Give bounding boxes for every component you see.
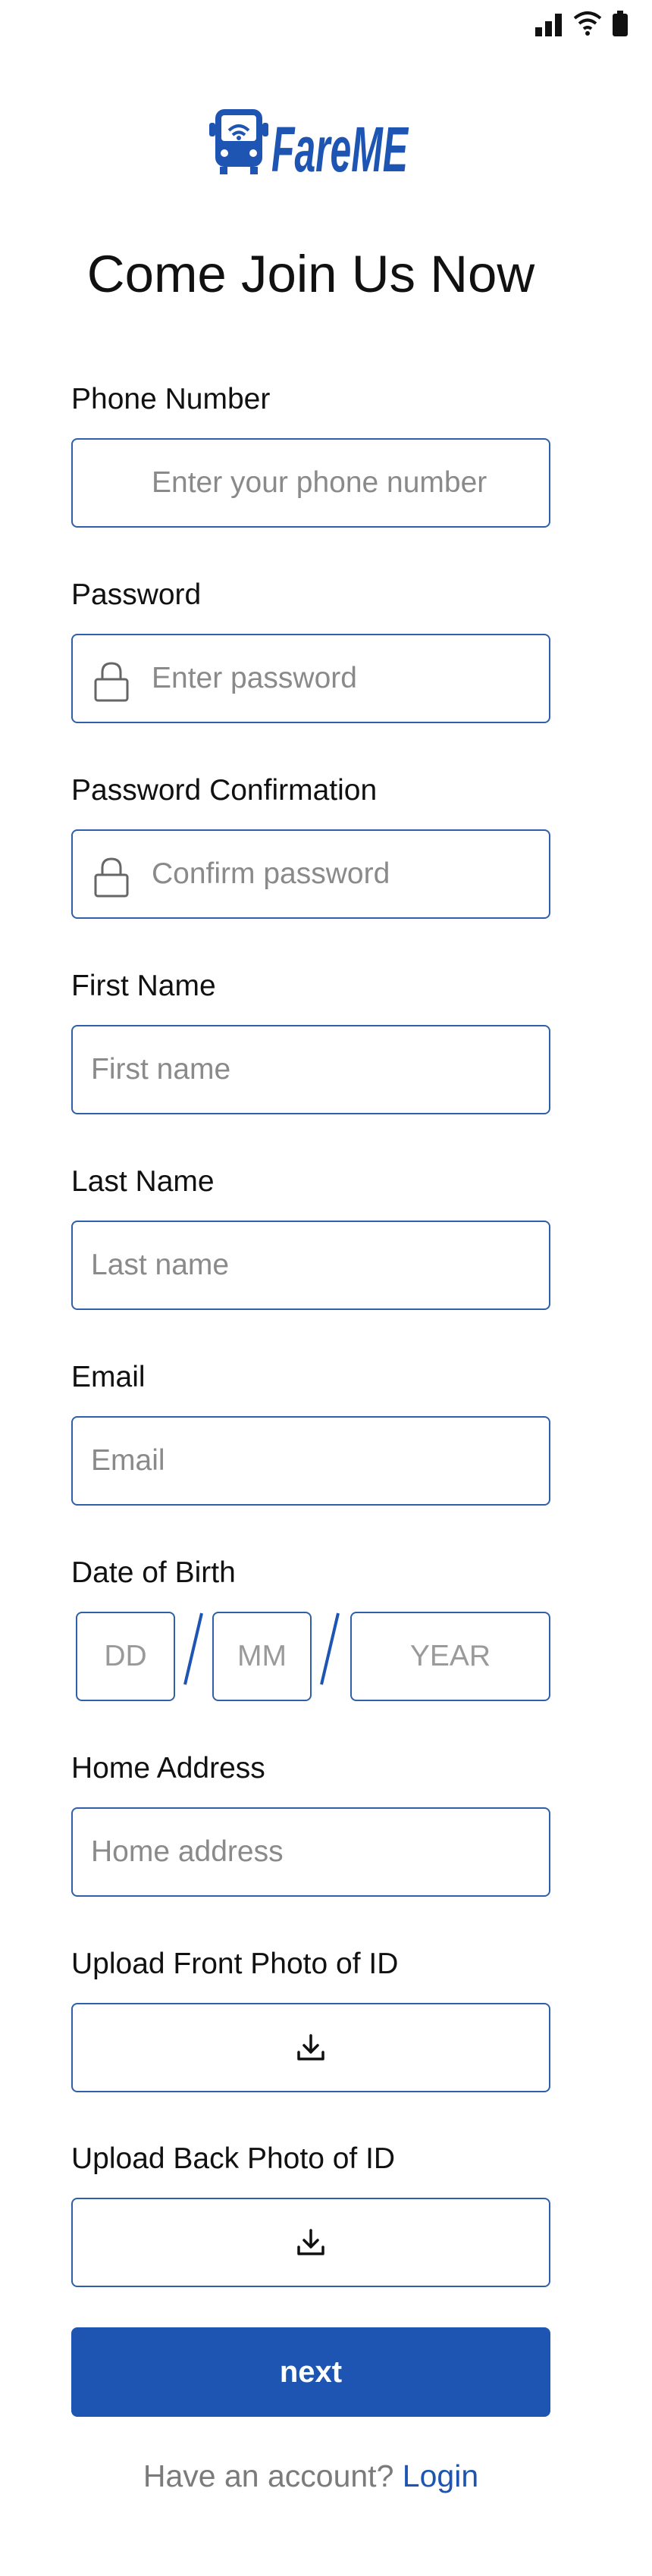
dob-month-field	[212, 1612, 312, 1701]
id-back-label: Upload Back Photo of ID	[71, 2142, 396, 2175]
password-input[interactable]	[73, 635, 549, 722]
battery-icon	[613, 11, 628, 36]
download-icon	[297, 2229, 324, 2255]
password-field	[71, 634, 550, 723]
wifi-icon	[573, 11, 602, 36]
email-input[interactable]	[73, 1418, 549, 1504]
phone-label: Phone Number	[71, 383, 271, 415]
id-front-upload-button[interactable]	[71, 2003, 550, 2092]
lock-icon	[94, 662, 129, 702]
dob-day-field	[76, 1612, 175, 1701]
password-confirmation-label: Password Confirmation	[71, 774, 378, 807]
phone-input[interactable]	[73, 440, 549, 526]
home-address-input[interactable]	[73, 1809, 549, 1895]
id-back-upload-button[interactable]	[71, 2198, 550, 2287]
id-front-label: Upload Front Photo of ID	[71, 1948, 399, 1980]
phone-field	[71, 438, 550, 528]
last-name-label: Last Name	[71, 1165, 215, 1198]
bus-wifi-icon	[209, 109, 268, 174]
home-address-label: Home Address	[71, 1752, 265, 1785]
login-prompt-text: Have an account?	[143, 2458, 394, 2493]
next-button[interactable]: next	[71, 2327, 550, 2417]
dob-year-input[interactable]	[352, 1613, 549, 1700]
status-icons	[535, 11, 628, 36]
lock-icon	[94, 857, 129, 898]
signal-icon	[535, 14, 562, 36]
first-name-input[interactable]	[73, 1026, 549, 1113]
dob-label: Date of Birth	[71, 1556, 236, 1589]
dob-separator	[183, 1612, 203, 1685]
page-title: Come Join Us Now	[86, 245, 535, 303]
dob-day-input[interactable]	[77, 1613, 174, 1700]
last-name-field	[71, 1221, 550, 1310]
email-label: Email	[71, 1361, 146, 1393]
logo-text: FareME	[271, 114, 409, 185]
dob-month-input[interactable]	[214, 1613, 310, 1700]
status-bar	[0, 0, 652, 53]
password-confirmation-field	[71, 829, 550, 919]
email-field	[71, 1416, 550, 1506]
fareme-logo: FareME	[205, 105, 417, 188]
dob-separator	[320, 1612, 340, 1685]
first-name-field	[71, 1025, 550, 1114]
last-name-input[interactable]	[73, 1222, 549, 1308]
password-confirmation-input[interactable]	[73, 831, 549, 917]
download-icon	[297, 2034, 324, 2060]
first-name-label: First Name	[71, 970, 216, 1002]
home-address-field	[71, 1807, 550, 1897]
login-link[interactable]: Login	[403, 2458, 478, 2493]
login-prompt: Have an account? Login	[0, 2458, 622, 2494]
password-label: Password	[71, 578, 202, 611]
dob-year-field	[350, 1612, 550, 1701]
